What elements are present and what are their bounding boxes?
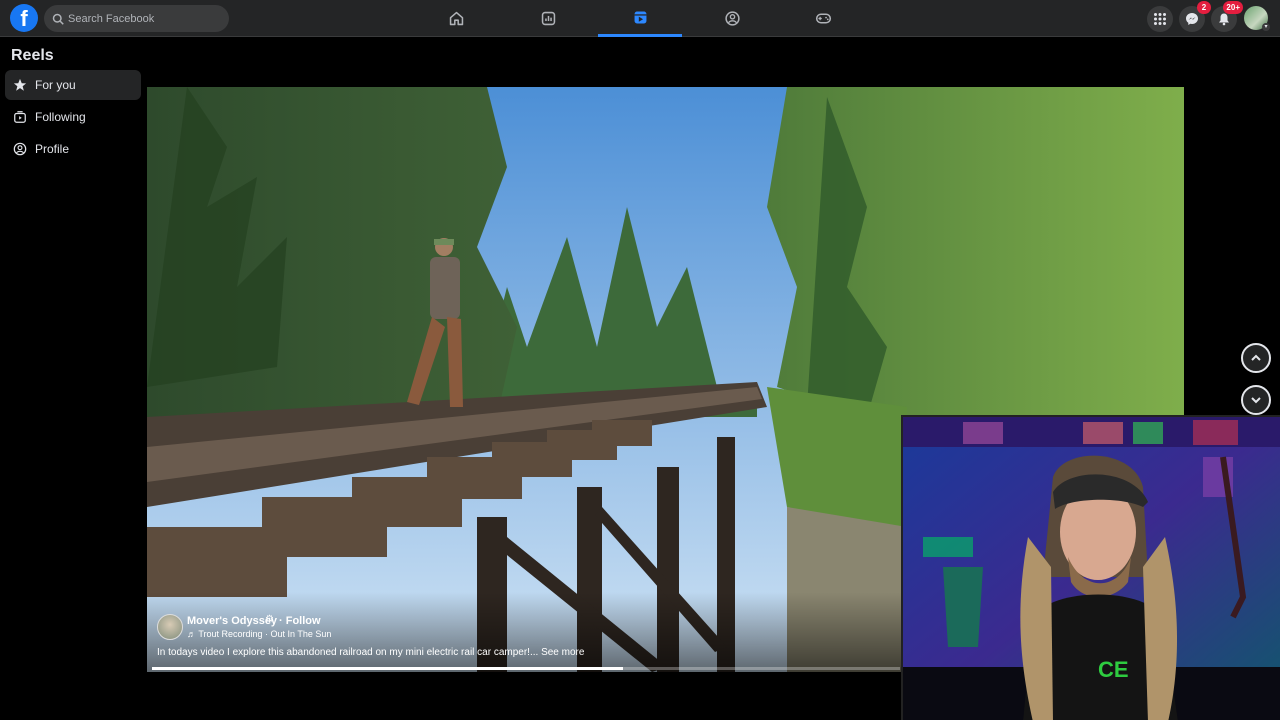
bell-icon bbox=[1219, 13, 1229, 26]
previous-reel-button[interactable] bbox=[1241, 343, 1271, 373]
chevron-down-icon[interactable]: ▾ bbox=[1262, 23, 1270, 31]
notifications-badge: 20+ bbox=[1223, 1, 1243, 14]
music-label[interactable]: ♬ Trout Recording · Out In The Sun bbox=[187, 629, 331, 639]
search-icon bbox=[52, 13, 64, 25]
verified-icon: ⚙ bbox=[265, 614, 274, 625]
video-progress-bar[interactable] bbox=[152, 667, 900, 670]
menu-button[interactable] bbox=[1147, 6, 1173, 32]
sidebar-item-label: Following bbox=[35, 110, 86, 124]
groups-icon bbox=[724, 11, 740, 26]
author-name[interactable]: Mover's Odyssey bbox=[187, 615, 277, 627]
nav-home[interactable] bbox=[414, 0, 498, 37]
author-avatar[interactable] bbox=[157, 614, 183, 640]
following-icon bbox=[14, 111, 26, 123]
streamer-webcam: CE bbox=[903, 417, 1280, 720]
reel-caption: In todays video I explore this abandoned… bbox=[157, 647, 584, 658]
search-input[interactable] bbox=[68, 12, 218, 25]
next-reel-button[interactable] bbox=[1241, 385, 1271, 415]
gaming-icon bbox=[815, 13, 831, 24]
messenger-icon bbox=[1186, 13, 1198, 25]
reels-icon bbox=[634, 11, 646, 23]
home-icon bbox=[449, 11, 463, 26]
messenger-badge: 2 bbox=[1197, 1, 1211, 14]
nav-groups[interactable] bbox=[690, 0, 774, 37]
chevron-up-icon bbox=[1251, 354, 1261, 361]
chevron-down-icon bbox=[1251, 397, 1261, 404]
profile-icon bbox=[13, 142, 27, 156]
notifications-button[interactable]: 20+ bbox=[1211, 1, 1243, 32]
nav-reels[interactable] bbox=[598, 0, 682, 37]
star-icon bbox=[13, 78, 27, 91]
messenger-button[interactable]: 2 bbox=[1179, 1, 1211, 32]
sidebar-item-label: For you bbox=[35, 78, 76, 92]
video-progress-fill bbox=[152, 667, 624, 670]
caption-text: In todays video I explore this abandoned… bbox=[157, 647, 539, 658]
dashboard-icon bbox=[541, 11, 555, 26]
nav-dashboard[interactable] bbox=[506, 0, 590, 37]
sidebar-item-label: Profile bbox=[35, 142, 70, 156]
webcam-overlay: CE bbox=[901, 415, 1280, 720]
page-title: Reels bbox=[11, 47, 54, 64]
svg-text:CE: CE bbox=[1098, 657, 1129, 682]
facebook-logo[interactable]: f bbox=[10, 4, 38, 32]
sidebar-item-following[interactable]: Following bbox=[5, 102, 141, 132]
nav-gaming[interactable] bbox=[781, 0, 865, 37]
see-more-link[interactable]: See more bbox=[541, 647, 584, 658]
follow-button[interactable]: · Follow bbox=[279, 615, 321, 627]
search-box[interactable] bbox=[44, 5, 229, 32]
sidebar-item-profile[interactable]: Profile bbox=[5, 134, 141, 164]
grid-menu-icon bbox=[1154, 13, 1166, 25]
sidebar-item-for-you[interactable]: For you bbox=[5, 70, 141, 100]
top-navigation-bar: f 2 20+ ▾ bbox=[0, 0, 1280, 37]
